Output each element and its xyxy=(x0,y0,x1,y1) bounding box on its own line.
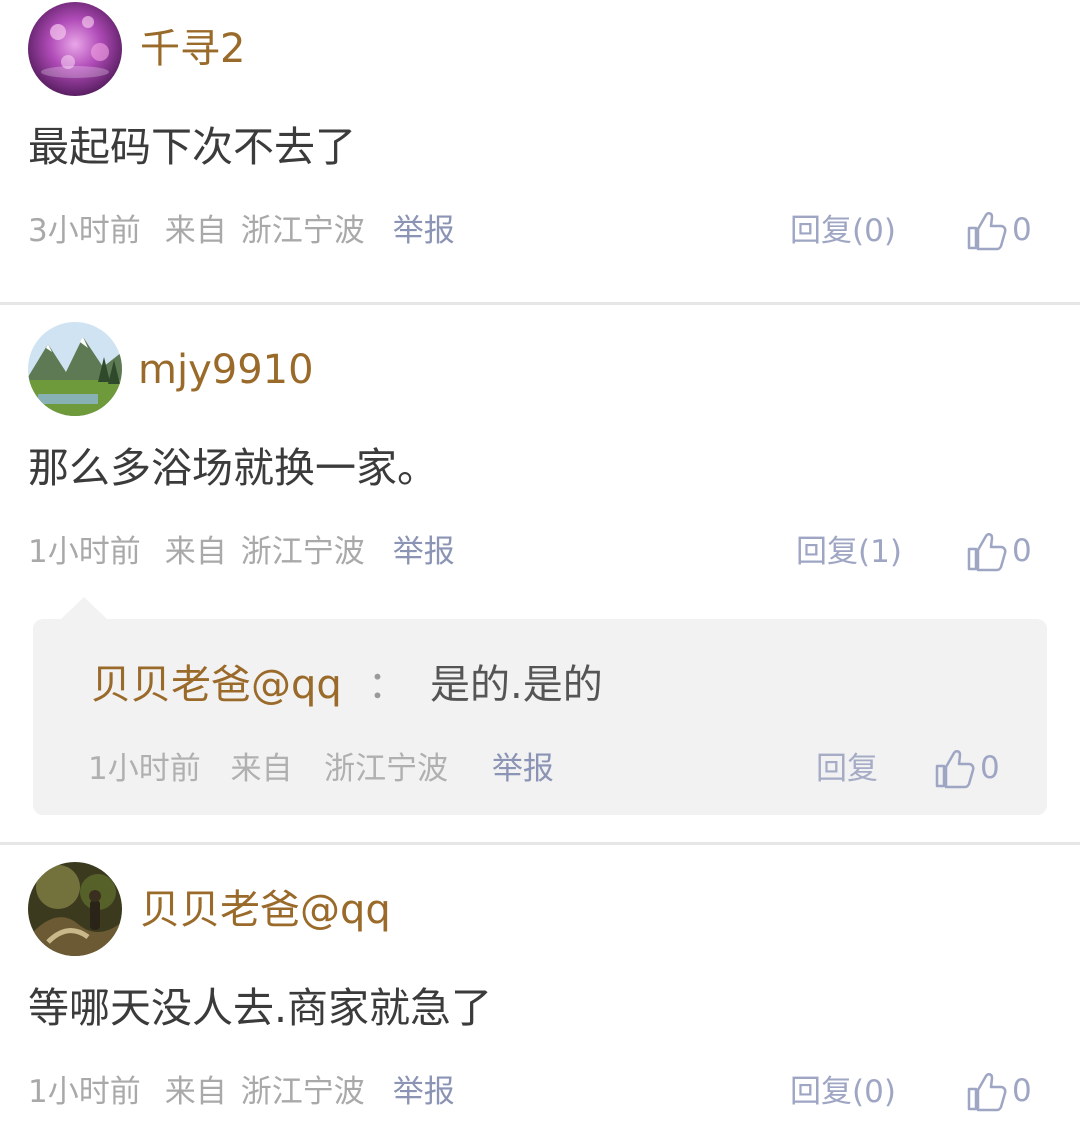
thumbs-up-icon xyxy=(967,1073,1007,1112)
username[interactable]: 千寻2 xyxy=(140,25,245,73)
from-label: 来自 xyxy=(230,751,293,787)
timestamp: 3小时前 xyxy=(28,213,141,249)
avatar[interactable] xyxy=(28,322,122,416)
timestamp: 1小时前 xyxy=(88,751,201,787)
reply-meta: 1小时前 来自 浙江宁波 举报 xyxy=(88,749,554,789)
reply-button[interactable]: 回复(0) xyxy=(790,1072,896,1112)
like-button[interactable]: 0 xyxy=(966,1070,1032,1112)
location: 浙江宁波 xyxy=(240,534,365,570)
reply-button[interactable]: 回复(0) xyxy=(790,211,896,251)
like-button[interactable]: 0 xyxy=(966,530,1032,572)
report-link[interactable]: 举报 xyxy=(393,1072,455,1112)
reply-list: 贝贝老爸@qq ： 是的.是的 1小时前 来自 浙江宁波 举报 回复 0 xyxy=(33,619,1047,815)
like-button[interactable]: 0 xyxy=(934,747,1000,789)
thumbs-up-icon xyxy=(967,533,1007,572)
location: 浙江宁波 xyxy=(324,751,449,787)
reply-box-pointer xyxy=(60,597,108,620)
avatar[interactable] xyxy=(28,862,122,956)
from-label: 来自 xyxy=(164,1074,227,1110)
like-count: 0 xyxy=(980,750,1000,786)
location: 浙江宁波 xyxy=(240,1074,365,1110)
report-link[interactable]: 举报 xyxy=(492,751,554,787)
timestamp: 1小时前 xyxy=(28,1074,141,1110)
reply-button[interactable]: 回复 xyxy=(816,749,878,789)
username[interactable]: 贝贝老爸@qq xyxy=(140,886,391,934)
comment-meta: 3小时前 来自 浙江宁波 举报 xyxy=(28,211,455,251)
thumbs-up-icon xyxy=(967,212,1007,251)
reply-colon: ： xyxy=(368,663,407,707)
comment-text: 等哪天没人去.商家就急了 xyxy=(28,984,493,1032)
thumbs-up-icon xyxy=(935,750,975,789)
like-count: 0 xyxy=(1012,1073,1032,1109)
comment-text: 那么多浴场就换一家。 xyxy=(28,444,438,492)
report-link[interactable]: 举报 xyxy=(393,211,455,251)
location: 浙江宁波 xyxy=(240,213,365,249)
timestamp: 1小时前 xyxy=(28,534,141,570)
reply-username[interactable]: 贝贝老爸@qq xyxy=(91,661,342,709)
divider xyxy=(0,842,1080,845)
divider xyxy=(0,302,1080,305)
from-label: 来自 xyxy=(164,534,227,570)
comment-meta: 1小时前 来自 浙江宁波 举报 xyxy=(28,1072,455,1112)
like-count: 0 xyxy=(1012,212,1032,248)
username[interactable]: mjy9910 xyxy=(138,346,314,394)
report-link[interactable]: 举报 xyxy=(393,532,455,572)
comment-text: 最起码下次不去了 xyxy=(28,123,356,171)
reply-text: 是的.是的 xyxy=(430,662,603,708)
avatar[interactable] xyxy=(28,2,122,96)
comment-meta: 1小时前 来自 浙江宁波 举报 xyxy=(28,532,455,572)
from-label: 来自 xyxy=(164,213,227,249)
like-count: 0 xyxy=(1012,533,1032,569)
like-button[interactable]: 0 xyxy=(966,209,1032,251)
reply-button[interactable]: 回复(1) xyxy=(796,532,902,572)
